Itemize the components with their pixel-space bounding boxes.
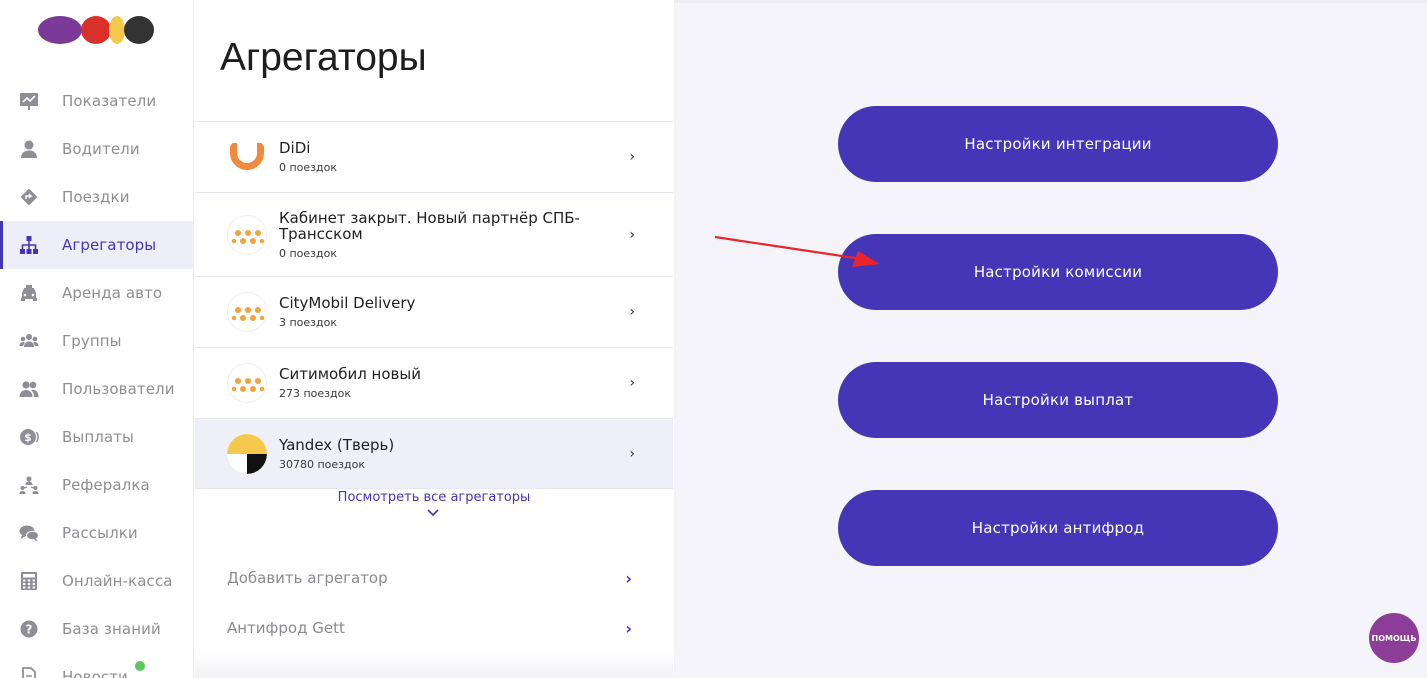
taxi-dots-logo [227, 214, 267, 255]
referral-icon [18, 474, 40, 496]
sidebar-item-mailings[interactable]: Рассылки [0, 509, 194, 557]
sidebar-item-label: Выплаты [62, 428, 135, 446]
sidebar: Показатели Водители Поездки Агрегаторы А… [0, 0, 194, 678]
sidebar-item-aggregators[interactable]: Агрегаторы [0, 221, 194, 269]
antifraud-gett-button[interactable]: Антифрод Gett › [227, 616, 632, 640]
sidebar-item-groups[interactable]: Группы [0, 317, 194, 365]
antifraud-gett-label: Антифрод Gett [227, 619, 345, 637]
sidebar-item-label: Рассылки [62, 524, 138, 542]
commission-settings-button[interactable]: Настройки комиссии [838, 234, 1278, 310]
help-button[interactable]: ПОМОЩЬ [1369, 613, 1419, 663]
payout-settings-button[interactable]: Настройки выплат [838, 362, 1278, 438]
sidebar-item-label: Группы [62, 332, 122, 350]
see-all-aggregators-link[interactable]: Посмотреть все агрегаторы [195, 490, 673, 505]
sidebar-item-news[interactable]: Новости [0, 653, 194, 678]
aggregator-name: CityMobil Delivery [279, 294, 416, 312]
aggregator-row-spb-transskom[interactable]: Кабинет закрыт. Новый партнёр СПБ-Трансс… [195, 193, 673, 277]
person-icon [18, 138, 40, 160]
chat-bubbles-icon [18, 522, 40, 544]
chevron-down-icon[interactable] [426, 508, 440, 518]
sidebar-item-label: База знаний [62, 620, 161, 638]
list-bottom-fade [195, 650, 673, 678]
chevron-right-icon: › [629, 445, 635, 462]
aggregators-panel: Агрегаторы DiDi 0 поездок › Кабинет закр… [195, 0, 673, 678]
add-aggregator-button[interactable]: Добавить агрегатор › [227, 566, 632, 590]
aggregator-row-didi[interactable]: DiDi 0 поездок › [195, 122, 673, 193]
didi-logo [227, 137, 267, 177]
aggregator-row-yandex-tver[interactable]: Yandex (Тверь) 30780 поездок › [195, 419, 673, 489]
taxi-dots-logo [227, 292, 267, 332]
aggregator-name: Ситимобил новый [279, 365, 421, 383]
brand-logo[interactable] [38, 16, 156, 44]
integration-settings-button[interactable]: Настройки интеграции [838, 106, 1278, 182]
aggregator-name: Кабинет закрыт. Новый партнёр СПБ-Трансс… [279, 208, 580, 243]
sidebar-item-referral[interactable]: Рефералка [0, 461, 194, 509]
sidebar-item-label: Поездки [62, 188, 130, 206]
sidebar-item-online-cashier[interactable]: Онлайн-касса [0, 557, 194, 605]
settings-panel: Настройки интеграции Настройки комиссии … [674, 0, 1427, 678]
sidebar-item-payouts[interactable]: $ Выплаты [0, 413, 194, 461]
sidebar-item-knowledge-base[interactable]: ? База знаний [0, 605, 194, 653]
yandex-logo [227, 433, 267, 474]
sidebar-item-car-rental[interactable]: Аренда авто [0, 269, 194, 317]
group-icon [18, 330, 40, 352]
users-icon [18, 378, 40, 400]
aggregator-trips: 30780 поездок [279, 457, 366, 471]
dollar-coin-icon: $ [18, 426, 40, 448]
aggregator-trips: 273 поездок [279, 387, 352, 400]
aggregator-row-citymobil-delivery[interactable]: CityMobil Delivery 3 поездок › [195, 277, 673, 348]
sidebar-item-label: Пользователи [62, 380, 175, 398]
sidebar-item-label: Водители [62, 140, 140, 158]
sidebar-item-label: Показатели [62, 92, 157, 110]
sidebar-item-label: Рефералка [62, 476, 150, 494]
chevron-right-icon: › [625, 568, 632, 588]
aggregator-row-citymobil-new[interactable]: Ситимобил новый 273 поездок › [195, 348, 673, 419]
sidebar-item-drivers[interactable]: Водители [0, 125, 194, 173]
aggregator-trips: 0 поездок [279, 161, 338, 174]
svg-text:?: ? [26, 623, 33, 637]
aggregator-name: Yandex (Тверь) [279, 435, 395, 454]
question-circle-icon: ? [18, 618, 40, 640]
aggregator-trips: 0 поездок [279, 246, 338, 260]
sidebar-item-label: Онлайн-касса [62, 572, 173, 590]
sidebar-item-label: Аренда авто [62, 284, 163, 302]
chevron-right-icon: › [629, 375, 635, 391]
calculator-icon [18, 570, 40, 592]
svg-text:$: $ [24, 431, 32, 444]
sidebar-nav: Показатели Водители Поездки Агрегаторы А… [0, 77, 194, 678]
sidebar-item-label: Новости [62, 668, 128, 678]
chevron-right-icon: › [625, 618, 632, 638]
add-aggregator-label: Добавить агрегатор [227, 569, 388, 587]
sidebar-item-users[interactable]: Пользователи [0, 365, 194, 413]
route-diamond-icon [18, 186, 40, 208]
page-title: Агрегаторы [220, 36, 427, 79]
aggregator-name: DiDi [279, 139, 311, 157]
taxi-dots-logo [227, 363, 267, 403]
chevron-right-icon: › [629, 149, 635, 165]
sidebar-item-trips[interactable]: Поездки [0, 173, 194, 221]
chevron-right-icon: › [629, 226, 635, 243]
document-icon [18, 666, 40, 678]
hierarchy-icon [18, 234, 40, 256]
sidebar-item-label: Агрегаторы [62, 236, 157, 254]
aggregator-trips: 3 поездок [279, 316, 338, 329]
aggregator-list: DiDi 0 поездок › Кабинет закрыт. Новый п… [195, 121, 673, 489]
sidebar-item-indicators[interactable]: Показатели [0, 77, 194, 125]
taxi-car-icon [18, 282, 40, 304]
news-unread-dot [135, 661, 145, 671]
chart-board-icon [18, 90, 40, 112]
antifraud-settings-button[interactable]: Настройки антифрод [838, 490, 1278, 566]
annotation-arrow-icon [714, 235, 880, 267]
chevron-right-icon: › [629, 304, 635, 320]
